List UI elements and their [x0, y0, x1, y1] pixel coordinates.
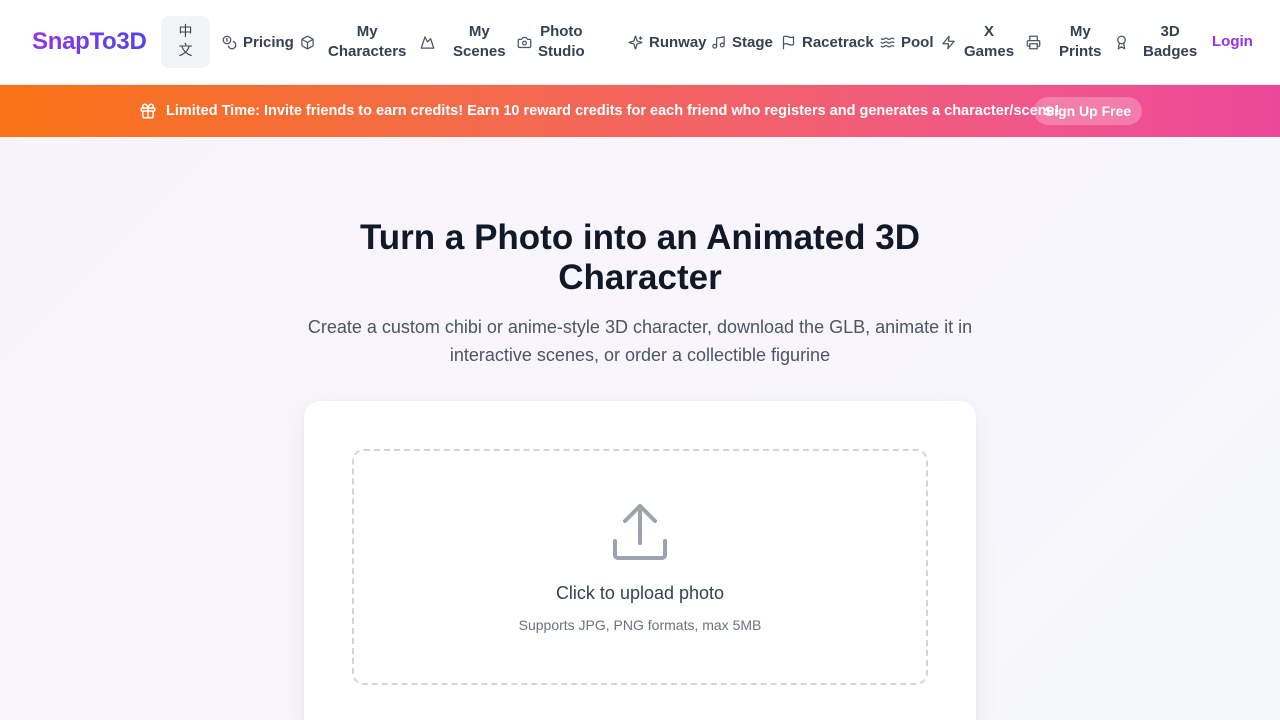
- nav-x-games-line2: Games: [964, 43, 1015, 60]
- nav-stage[interactable]: Stage: [711, 22, 773, 62]
- award-icon: [1114, 35, 1129, 50]
- nav-pricing[interactable]: Pricing: [222, 22, 294, 62]
- upload-title: Click to upload photo: [555, 583, 725, 603]
- nav-my-characters[interactable]: My Characters: [300, 22, 406, 62]
- nav-photo-studio-line2: Studio: [538, 43, 585, 60]
- nav-my-characters-line2: Characters: [328, 43, 407, 60]
- sparkles-icon: [628, 35, 643, 50]
- nav-3d-badges[interactable]: 3D Badges: [1114, 22, 1197, 62]
- nav-x-games[interactable]: X Games: [941, 22, 1014, 62]
- sign-up-free-button[interactable]: Sign Up Free: [1034, 97, 1142, 125]
- flag-icon: [781, 35, 796, 50]
- box-icon: [300, 35, 315, 50]
- nav-pool[interactable]: Pool: [880, 22, 934, 62]
- nav-3d-badges-label: 3D Badges: [1143, 22, 1197, 62]
- language-label-line1: 中: [178, 24, 193, 40]
- nav-racetrack[interactable]: Racetrack: [781, 22, 874, 62]
- login-link[interactable]: Login: [1212, 32, 1253, 52]
- nav-photo-studio-line1: Photo: [540, 23, 583, 40]
- nav-my-scenes[interactable]: My Scenes: [420, 22, 506, 62]
- promo-banner-text: Limited Time: Invite friends to earn cre…: [166, 103, 1060, 119]
- brand-logo[interactable]: SnapTo3D: [32, 27, 147, 57]
- nav-my-characters-label: My Characters: [328, 22, 406, 62]
- gift-icon: [139, 102, 157, 120]
- nav-runway-label: Runway: [649, 33, 707, 51]
- nav-my-prints[interactable]: My Prints: [1026, 22, 1102, 62]
- nav-photo-studio[interactable]: Photo Studio: [517, 22, 585, 62]
- printer-icon: [1026, 35, 1041, 50]
- nav-my-prints-line2: Prints: [1059, 43, 1102, 60]
- nav-photo-studio-label: Photo Studio: [538, 22, 585, 62]
- nav-3d-badges-line2: Badges: [1143, 43, 1198, 60]
- nav-3d-badges-line1: 3D: [1160, 23, 1180, 40]
- language-label-line2: 文: [178, 43, 193, 59]
- nav-my-characters-line1: My: [356, 23, 378, 40]
- nav-my-prints-line1: My: [1069, 23, 1091, 40]
- nav-my-scenes-line2: Scenes: [453, 43, 506, 60]
- upload-icon: [610, 502, 670, 562]
- language-toggle-button[interactable]: 中 文: [161, 16, 210, 68]
- mountain-icon: [420, 35, 435, 50]
- nav-my-scenes-label: My Scenes: [453, 22, 506, 62]
- coins-icon: [222, 35, 237, 50]
- top-navbar: SnapTo3D 中 文 Pricing My Characters My Sc…: [0, 0, 1280, 85]
- upload-hint: Supports JPG, PNG formats, max 5MB: [518, 617, 762, 633]
- camera-icon: [517, 35, 532, 50]
- nav-runway[interactable]: Runway: [628, 22, 707, 62]
- lightning-icon: [941, 35, 956, 50]
- nav-racetrack-label: Racetrack: [802, 33, 874, 51]
- photo-upload-dropzone[interactable]: [352, 449, 928, 685]
- nav-x-games-label: X Games: [964, 22, 1014, 62]
- nav-x-games-line1: X: [984, 23, 995, 40]
- waves-icon: [880, 35, 895, 50]
- nav-my-prints-label: My Prints: [1059, 22, 1102, 62]
- nav-stage-label: Stage: [732, 33, 773, 51]
- nav-pool-label: Pool: [901, 33, 934, 51]
- hero-subtitle: Create a custom chibi or anime-style 3D …: [307, 317, 973, 365]
- hero-title: Turn a Photo into an Animated 3D Charact…: [360, 218, 920, 297]
- music-note-icon: [711, 35, 726, 50]
- nav-my-scenes-line1: My: [468, 23, 490, 40]
- nav-pricing-label: Pricing: [243, 33, 294, 51]
